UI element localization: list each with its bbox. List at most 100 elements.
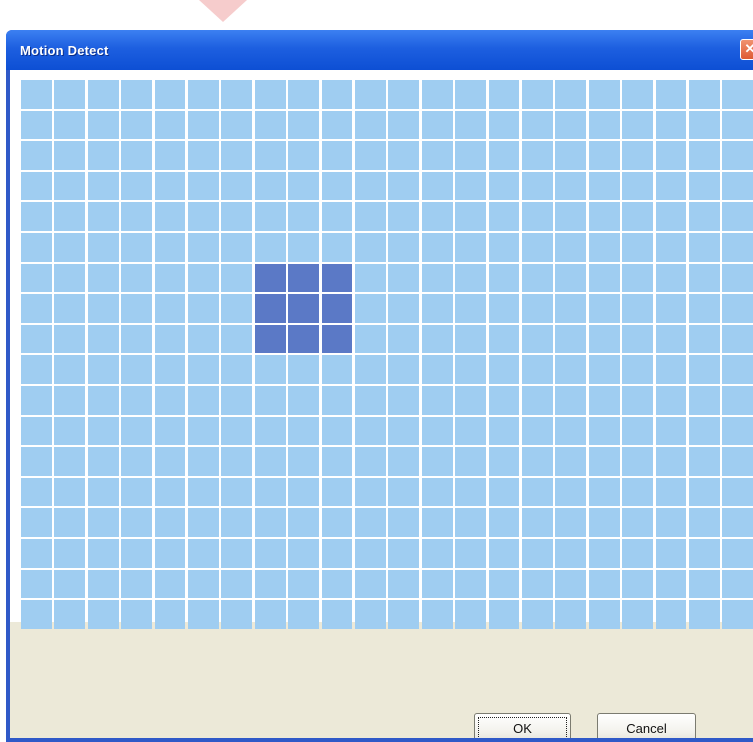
grid-cell[interactable] <box>154 447 186 476</box>
grid-cell[interactable] <box>121 355 152 384</box>
grid-cell[interactable] <box>54 80 86 109</box>
grid-cell[interactable] <box>355 171 386 201</box>
grid-cell[interactable] <box>154 110 186 140</box>
grid-cell[interactable] <box>655 508 687 537</box>
grid-cell[interactable] <box>355 324 386 354</box>
grid-cell[interactable] <box>221 569 253 599</box>
grid-cell[interactable] <box>522 386 553 415</box>
grid-cell[interactable] <box>689 386 720 415</box>
grid-cell[interactable] <box>321 386 353 415</box>
grid-cell[interactable] <box>254 324 286 354</box>
grid-cell[interactable] <box>488 386 520 415</box>
grid-cell[interactable] <box>254 600 286 629</box>
grid-cell[interactable] <box>722 233 753 262</box>
grid-cell[interactable] <box>488 202 520 231</box>
grid-cell[interactable] <box>388 447 420 476</box>
grid-cell[interactable] <box>488 508 520 537</box>
grid-cell[interactable] <box>588 477 620 507</box>
grid-cell[interactable] <box>188 569 219 599</box>
grid-cell[interactable] <box>254 294 286 323</box>
grid-cell[interactable] <box>355 416 386 446</box>
grid-cell[interactable] <box>655 600 687 629</box>
grid-cell[interactable] <box>622 477 653 507</box>
grid-cell[interactable] <box>655 477 687 507</box>
grid-cell[interactable] <box>622 416 653 446</box>
grid-cell[interactable] <box>655 355 687 384</box>
grid-cell[interactable] <box>254 477 286 507</box>
grid-cell[interactable] <box>254 508 286 537</box>
grid-cell[interactable] <box>455 141 486 170</box>
grid-cell[interactable] <box>555 600 587 629</box>
grid-cell[interactable] <box>188 355 219 384</box>
grid-cell[interactable] <box>188 386 219 415</box>
grid-cell[interactable] <box>722 416 753 446</box>
grid-cell[interactable] <box>455 416 486 446</box>
grid-cell[interactable] <box>655 263 687 293</box>
grid-cell[interactable] <box>555 447 587 476</box>
grid-cell[interactable] <box>722 569 753 599</box>
grid-cell[interactable] <box>588 416 620 446</box>
grid-cell[interactable] <box>522 141 553 170</box>
grid-cell[interactable] <box>121 447 152 476</box>
grid-cell[interactable] <box>689 539 720 568</box>
grid-cell[interactable] <box>421 386 453 415</box>
grid-cell[interactable] <box>388 110 420 140</box>
grid-cell[interactable] <box>421 202 453 231</box>
grid-cell[interactable] <box>488 416 520 446</box>
grid-cell[interactable] <box>455 477 486 507</box>
grid-cell[interactable] <box>321 141 353 170</box>
grid-cell[interactable] <box>21 171 52 201</box>
grid-cell[interactable] <box>588 80 620 109</box>
grid-cell[interactable] <box>689 416 720 446</box>
grid-cell[interactable] <box>555 355 587 384</box>
grid-cell[interactable] <box>21 110 52 140</box>
grid-cell[interactable] <box>121 294 152 323</box>
grid-cell[interactable] <box>722 80 753 109</box>
grid-cell[interactable] <box>488 171 520 201</box>
grid-cell[interactable] <box>421 233 453 262</box>
grid-cell[interactable] <box>522 263 553 293</box>
grid-cell[interactable] <box>21 447 52 476</box>
grid-cell[interactable] <box>21 355 52 384</box>
grid-cell[interactable] <box>87 263 119 293</box>
grid-cell[interactable] <box>154 263 186 293</box>
grid-cell[interactable] <box>722 110 753 140</box>
grid-cell[interactable] <box>622 600 653 629</box>
grid-cell[interactable] <box>154 600 186 629</box>
grid-cell[interactable] <box>21 508 52 537</box>
grid-cell[interactable] <box>254 80 286 109</box>
grid-cell[interactable] <box>21 263 52 293</box>
grid-cell[interactable] <box>388 477 420 507</box>
grid-cell[interactable] <box>54 386 86 415</box>
grid-cell[interactable] <box>455 324 486 354</box>
grid-cell[interactable] <box>321 294 353 323</box>
grid-cell[interactable] <box>21 202 52 231</box>
grid-cell[interactable] <box>321 508 353 537</box>
grid-cell[interactable] <box>689 447 720 476</box>
grid-cell[interactable] <box>655 539 687 568</box>
grid-cell[interactable] <box>655 324 687 354</box>
grid-cell[interactable] <box>622 569 653 599</box>
grid-cell[interactable] <box>722 294 753 323</box>
grid-cell[interactable] <box>689 171 720 201</box>
grid-cell[interactable] <box>455 80 486 109</box>
grid-cell[interactable] <box>221 508 253 537</box>
grid-cell[interactable] <box>288 416 319 446</box>
grid-cell[interactable] <box>689 110 720 140</box>
grid-cell[interactable] <box>588 569 620 599</box>
grid-cell[interactable] <box>221 386 253 415</box>
grid-cell[interactable] <box>388 416 420 446</box>
grid-cell[interactable] <box>388 324 420 354</box>
grid-cell[interactable] <box>321 477 353 507</box>
title-bar[interactable]: Motion Detect ✕ <box>6 30 753 70</box>
grid-cell[interactable] <box>421 294 453 323</box>
grid-cell[interactable] <box>188 447 219 476</box>
grid-cell[interactable] <box>87 233 119 262</box>
grid-cell[interactable] <box>54 171 86 201</box>
grid-cell[interactable] <box>87 355 119 384</box>
grid-cell[interactable] <box>689 294 720 323</box>
grid-cell[interactable] <box>121 508 152 537</box>
grid-cell[interactable] <box>622 539 653 568</box>
grid-cell[interactable] <box>455 539 486 568</box>
grid-cell[interactable] <box>622 202 653 231</box>
